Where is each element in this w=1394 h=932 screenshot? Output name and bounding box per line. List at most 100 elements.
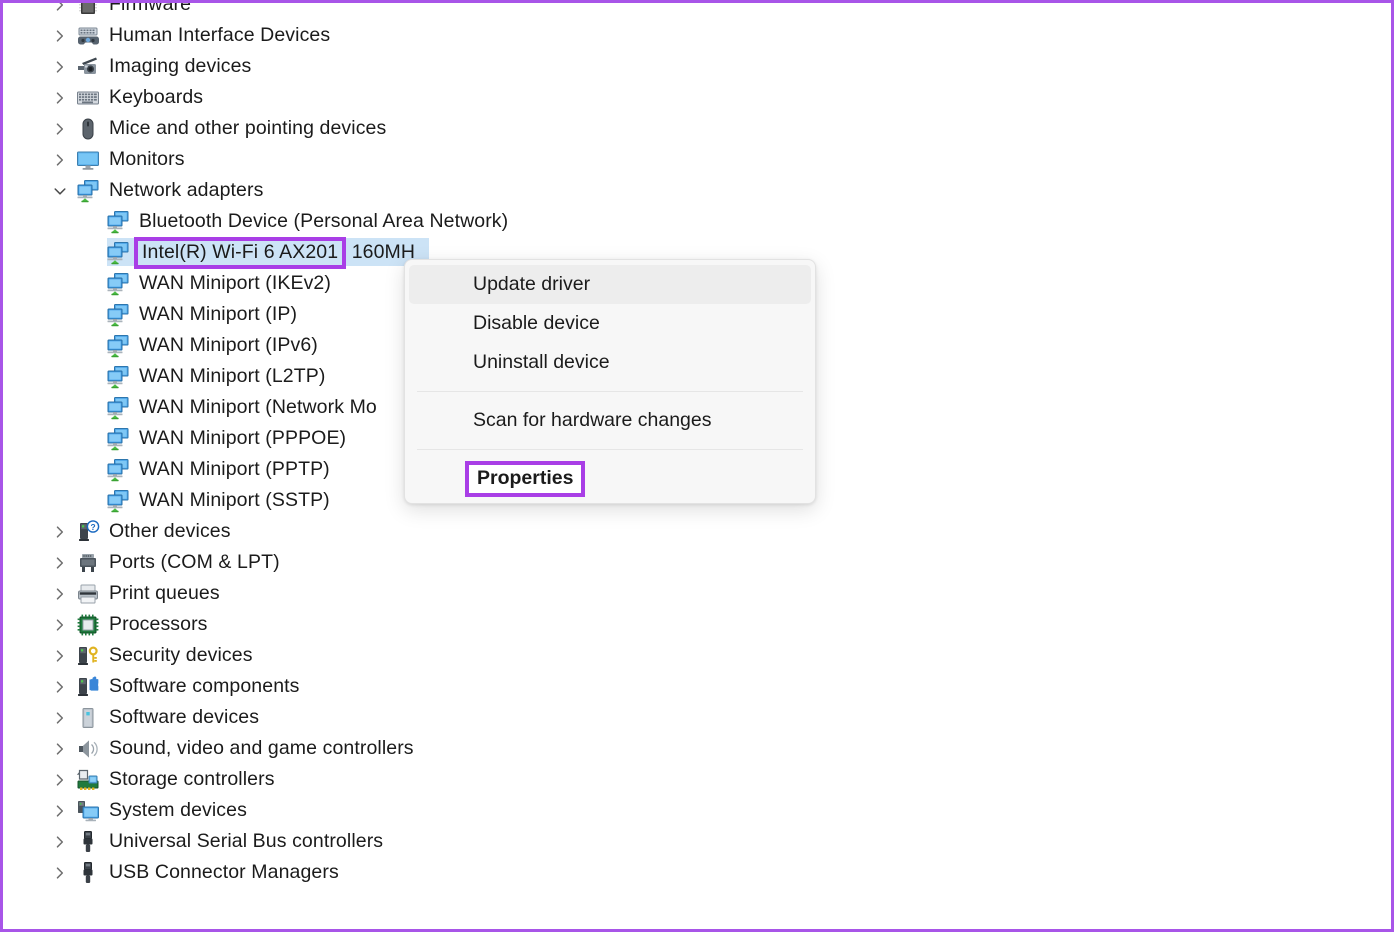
tree-item-label: Print queues: [109, 582, 220, 604]
chevron-right-icon: [56, 60, 64, 73]
tree-item-name-tail: 160MH: [346, 240, 416, 263]
keyboard-icon: [77, 91, 99, 104]
menu-item[interactable]: Disable device: [409, 304, 811, 343]
network-adapter-icon: [103, 489, 133, 513]
expand-chevron[interactable]: [47, 586, 73, 602]
hid-icon: [73, 24, 103, 48]
tree-item-label: Intel(R) Wi-Fi 6 AX201 160MH: [133, 236, 416, 269]
tree-item-label: Processors: [109, 613, 208, 635]
tree-item-label: WAN Miniport (IP): [139, 303, 298, 325]
firmware-icon: [79, 3, 97, 14]
network-adapter-icon: [107, 334, 129, 357]
tree-item[interactable]: Storage controllers: [3, 764, 1391, 795]
svg-text:?: ?: [90, 522, 95, 532]
network-adapter-icon: [103, 334, 133, 358]
expand-chevron[interactable]: [47, 617, 73, 633]
tree-item[interactable]: Imaging devices: [3, 51, 1391, 82]
expand-chevron[interactable]: [47, 121, 73, 137]
tree-item-label: WAN Miniport (PPTP): [139, 458, 330, 480]
tree-item[interactable]: Network adapters: [3, 175, 1391, 206]
expand-chevron[interactable]: [47, 679, 73, 695]
expand-chevron[interactable]: [47, 28, 73, 44]
software-device-icon: [82, 707, 94, 728]
tree-item[interactable]: Sound, video and game controllers: [3, 733, 1391, 764]
expand-chevron[interactable]: [47, 803, 73, 819]
chevron-right-icon: [56, 3, 64, 11]
usb-icon: [73, 861, 103, 885]
tree-item[interactable]: Monitors: [3, 144, 1391, 175]
camera-icon: [78, 57, 97, 74]
tree-item-name: Intel(R) Wi-Fi 6 AX201: [142, 240, 339, 263]
menu-item[interactable]: Scan for hardware changes: [409, 401, 811, 440]
expand-chevron[interactable]: [47, 90, 73, 106]
expand-chevron[interactable]: [47, 834, 73, 850]
device-context-menu[interactable]: Update driver Disable device Uninstall dev…: [404, 259, 816, 504]
highlight-box-device-name: Intel(R) Wi-Fi 6 AX201: [134, 236, 347, 269]
network-adapter-icon: [107, 427, 129, 450]
storage-controller-icon: [73, 768, 103, 792]
cpu-icon: [77, 614, 99, 635]
software-component-icon: [73, 675, 103, 699]
tree-item-label: Monitors: [109, 148, 185, 170]
printer-icon: [73, 582, 103, 606]
network-adapter-icon: [103, 272, 133, 296]
system-device-icon: [73, 799, 103, 823]
menu-item[interactable]: Uninstall device: [409, 343, 811, 382]
tree-item[interactable]: Mice and other pointing devices: [3, 113, 1391, 144]
expand-chevron[interactable]: [47, 555, 73, 571]
menu-item-label: Scan for hardware changes: [473, 409, 712, 431]
tree-item[interactable]: Human Interface Devices: [3, 20, 1391, 51]
software-component-icon: [78, 675, 99, 696]
network-adapter-icon: [73, 179, 103, 203]
tree-item[interactable]: Ports (COM & LPT): [3, 547, 1391, 578]
tree-item[interactable]: USB Connector Managers: [3, 857, 1391, 888]
tree-item-label: Bluetooth Device (Personal Area Network): [139, 210, 509, 232]
tree-item[interactable]: System devices: [3, 795, 1391, 826]
tree-item[interactable]: Security devices: [3, 640, 1391, 671]
tree-item[interactable]: Processors: [3, 609, 1391, 640]
tree-item[interactable]: Software devices: [3, 702, 1391, 733]
menu-separator: [417, 449, 803, 450]
expand-chevron[interactable]: [47, 865, 73, 881]
chevron-right-icon: [56, 618, 64, 631]
printer-icon: [78, 584, 98, 603]
unknown-device-icon: ?: [73, 519, 103, 544]
tree-item[interactable]: Print queues: [3, 578, 1391, 609]
tree-item-label: Network adapters: [109, 179, 264, 201]
expand-chevron[interactable]: [47, 741, 73, 757]
tree-item-label: WAN Miniport (Network Mo: [139, 396, 377, 418]
monitor-icon: [77, 151, 99, 170]
monitor-icon: [73, 148, 103, 172]
expand-chevron[interactable]: [47, 3, 73, 13]
tree-item[interactable]: Keyboards: [3, 82, 1391, 113]
tree-item-label: Imaging devices: [109, 55, 252, 77]
unknown-device-icon: ?: [79, 519, 100, 541]
tree-item[interactable]: Bluetooth Device (Personal Area Network): [3, 206, 1391, 237]
tree-item-label: Storage controllers: [109, 768, 275, 790]
tree-item[interactable]: Software components: [3, 671, 1391, 702]
chevron-right-icon: [56, 649, 64, 662]
expand-chevron[interactable]: [47, 648, 73, 664]
expand-chevron[interactable]: [47, 524, 73, 540]
highlight-box-properties: Properties: [465, 460, 586, 497]
device-manager-window: Firmware Human Interface Devices Imaging d…: [0, 0, 1394, 932]
tree-item-label: USB Connector Managers: [109, 861, 339, 883]
menu-item-label: Disable device: [473, 312, 600, 334]
chevron-right-icon: [56, 122, 64, 135]
firmware-icon: [73, 3, 103, 17]
tree-item[interactable]: Firmware: [3, 3, 1391, 20]
chevron-right-icon: [56, 773, 64, 786]
software-device-icon: [73, 706, 103, 730]
expand-chevron[interactable]: [47, 59, 73, 75]
menu-item-label: Update driver: [473, 273, 591, 295]
tree-item[interactable]: ? Other devices: [3, 516, 1391, 547]
network-adapter-icon: [107, 241, 129, 264]
menu-item[interactable]: Update driver: [409, 265, 811, 304]
tree-item[interactable]: Universal Serial Bus controllers: [3, 826, 1391, 857]
expand-chevron[interactable]: [47, 152, 73, 168]
menu-item[interactable]: Properties: [409, 459, 811, 498]
expand-chevron[interactable]: [47, 185, 73, 197]
speaker-icon: [73, 737, 103, 761]
expand-chevron[interactable]: [47, 772, 73, 788]
expand-chevron[interactable]: [47, 710, 73, 726]
